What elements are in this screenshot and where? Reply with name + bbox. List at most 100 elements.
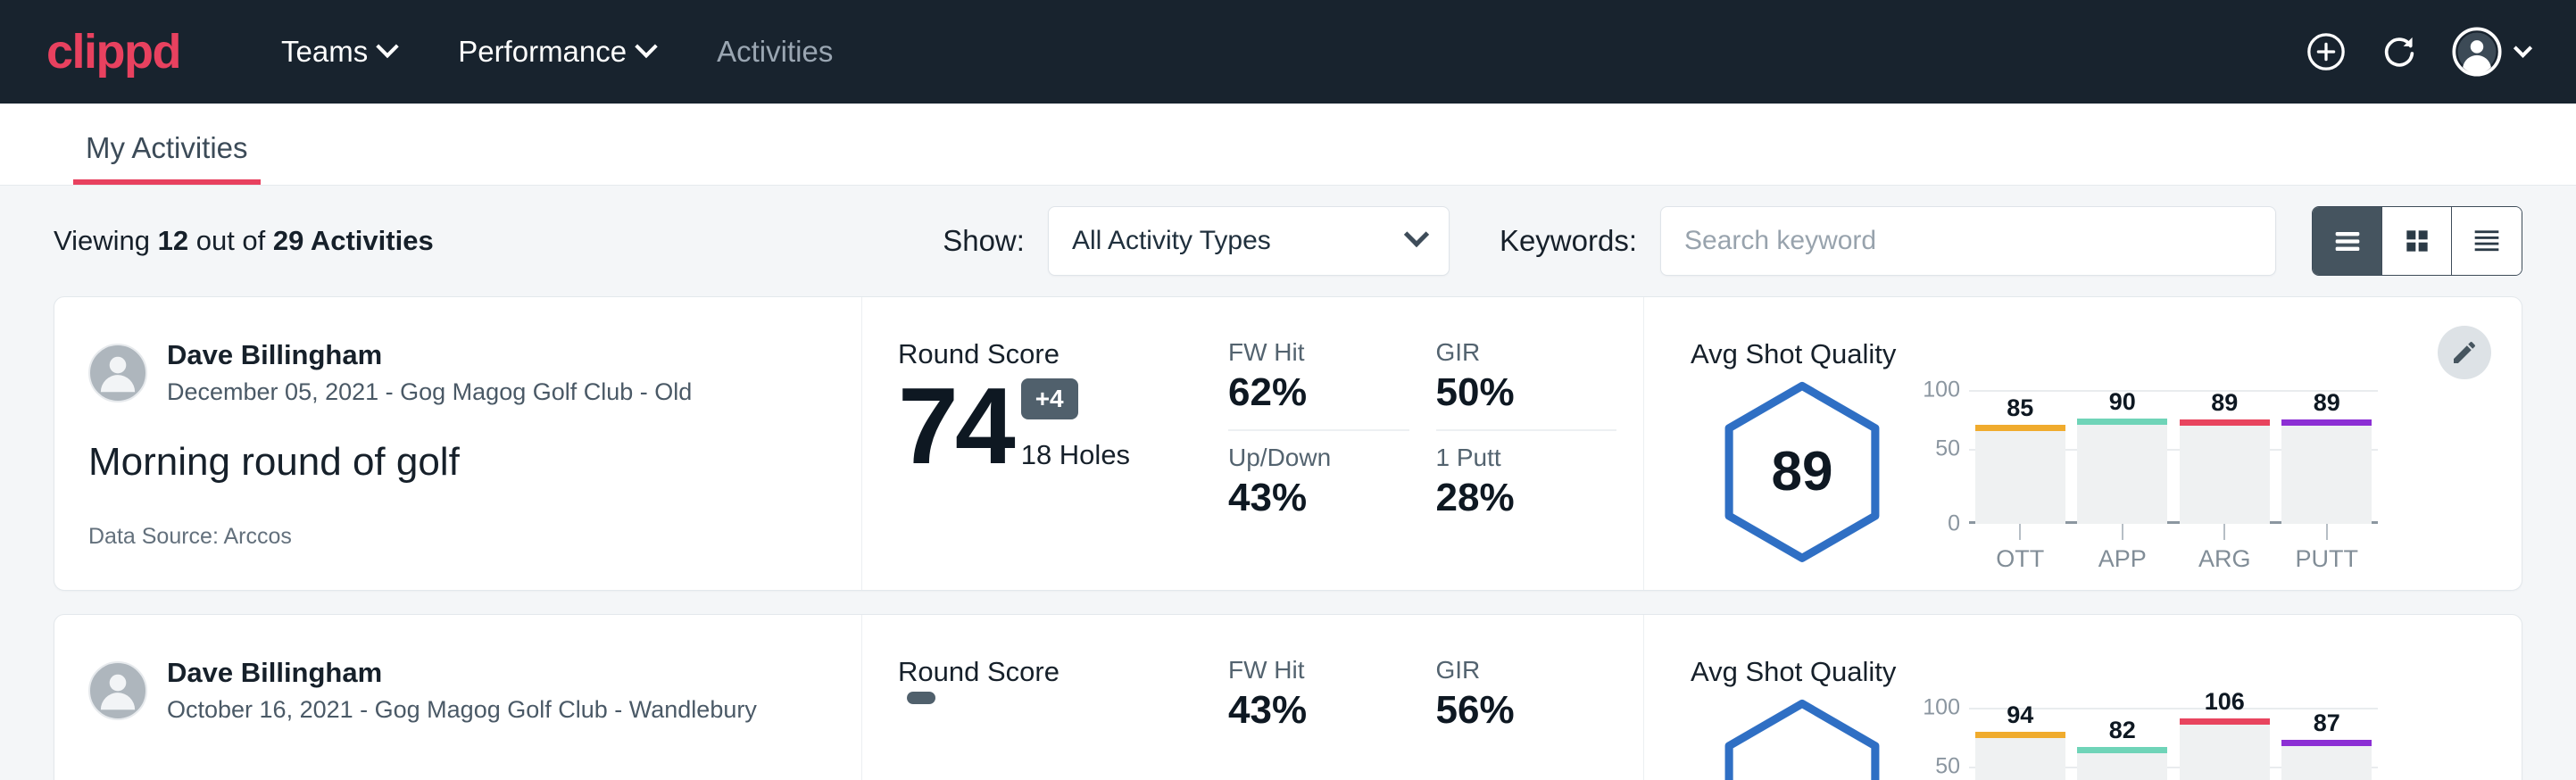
stat-gir: GIR 56%	[1436, 656, 1644, 733]
view-mode-toggle	[2312, 206, 2522, 276]
refresh-icon[interactable]	[2379, 31, 2420, 72]
stat-value: 56%	[1436, 688, 1617, 733]
x-label-ott: OTT	[1975, 545, 2065, 573]
stat-fw-hit: FW Hit 43%	[1228, 656, 1436, 733]
avatar	[88, 344, 147, 402]
quality-hexagon-wrapper	[1691, 693, 1914, 780]
activity-type-value: All Activity Types	[1072, 226, 1408, 256]
quality-hexagon-wrapper: 89	[1691, 376, 1914, 561]
bar-value-label: 94	[2007, 701, 2033, 729]
avg-shot-quality-column: Avg Shot Quality 100 50	[1643, 615, 2522, 780]
player-header: Dave Billingham October 16, 2021 - Gog M…	[88, 656, 861, 726]
stats-col-left: FW Hit 43%	[1228, 656, 1436, 780]
nav-item-teams[interactable]: Teams	[250, 22, 427, 81]
round-score-row	[898, 692, 1219, 731]
score-to-par-badge: +4	[1021, 378, 1078, 419]
bar-value-label: 85	[2007, 394, 2033, 422]
shot-quality-bar-chart: 100 50 0 85	[1914, 376, 2414, 573]
bar-value-label: 87	[2314, 709, 2340, 737]
divider	[1228, 429, 1409, 431]
stat-label: GIR	[1436, 338, 1617, 367]
round-score-side	[907, 692, 935, 731]
player-name: Dave Billingham	[167, 338, 692, 373]
player-text: Dave Billingham December 05, 2021 - Gog …	[167, 338, 692, 408]
tab-my-activities[interactable]: My Activities	[73, 131, 261, 185]
player-text: Dave Billingham October 16, 2021 - Gog M…	[167, 656, 757, 726]
bar	[2281, 740, 2372, 780]
bars-plot: 94 82 106	[1969, 708, 2378, 780]
keywords-label: Keywords:	[1500, 224, 1637, 258]
nav-item-performance[interactable]: Performance	[427, 22, 686, 81]
viewing-total: 29 Activities	[273, 225, 434, 256]
quality-hexagon: 89	[1721, 381, 1883, 561]
bar-value-label: 90	[2109, 388, 2136, 416]
round-score-label: Round Score	[898, 656, 1219, 688]
bar	[2180, 718, 2270, 780]
chart-plot-area: 100 50 0 85	[1914, 390, 2378, 524]
bar-arg[interactable]: 106	[2180, 708, 2270, 780]
bar-value-label: 106	[2205, 688, 2245, 716]
hexagon-icon	[1721, 699, 1883, 780]
grid-view-button[interactable]	[2382, 207, 2452, 275]
edit-activity-button[interactable]	[2438, 326, 2491, 379]
stats-col-left: FW Hit 62% Up/Down 43%	[1228, 338, 1436, 590]
holes-played: 18 Holes	[1021, 439, 1130, 471]
nav-item-activities[interactable]: Activities	[686, 22, 864, 81]
add-circle-icon[interactable]	[2306, 31, 2347, 72]
round-score-column: Round Score	[862, 615, 1219, 780]
main-nav: Teams Performance Activities	[250, 22, 864, 81]
list-view-button[interactable]	[2313, 207, 2382, 275]
search-field-wrapper[interactable]	[1660, 206, 2276, 276]
brand-logo[interactable]: clippd	[46, 28, 180, 76]
bar-arg[interactable]: 89	[2180, 390, 2270, 524]
account-menu[interactable]	[2452, 27, 2530, 77]
quality-hexagon	[1721, 699, 1883, 780]
bar	[1975, 425, 2065, 524]
activity-summary-column: Dave Billingham December 05, 2021 - Gog …	[54, 297, 862, 590]
stat-label: 1 Putt	[1436, 444, 1617, 472]
stats-col-right: GIR 50% 1 Putt 28%	[1436, 338, 1644, 590]
stats-col-right: GIR 56%	[1436, 656, 1644, 780]
stat-value: 43%	[1228, 476, 1409, 520]
tab-label: My Activities	[86, 131, 248, 164]
round-score-column: Round Score 74 +4 18 Holes	[862, 297, 1219, 590]
viewing-prefix: Viewing	[54, 225, 158, 256]
round-stats-column: FW Hit 43% GIR 56%	[1219, 615, 1643, 780]
bar-app[interactable]: 90	[2077, 390, 2167, 524]
bar-group: 94 82 106	[1969, 708, 2378, 780]
avg-shot-quality-body: 100 50 0 94	[1691, 693, 2522, 780]
top-navigation-bar: clippd Teams Performance Activities	[0, 0, 2576, 104]
divider	[1436, 429, 1617, 431]
stat-gir: GIR 50%	[1436, 338, 1644, 431]
search-input[interactable]	[1684, 226, 2252, 256]
player-header: Dave Billingham December 05, 2021 - Gog …	[88, 338, 861, 408]
bar-app[interactable]: 82	[2077, 708, 2167, 780]
x-tick	[2281, 524, 2372, 540]
activity-card[interactable]: Dave Billingham December 05, 2021 - Gog …	[54, 296, 2522, 591]
bar-putt[interactable]: 87	[2281, 708, 2372, 780]
bars-plot: 85 90 89	[1969, 390, 2378, 524]
nav-item-label: Teams	[281, 35, 368, 69]
compact-view-button[interactable]	[2452, 207, 2522, 275]
bar-putt[interactable]: 89	[2281, 390, 2372, 524]
bar-ott[interactable]: 94	[1975, 708, 2065, 780]
bar-value-label: 89	[2314, 389, 2340, 417]
x-axis-ticks	[1969, 524, 2378, 540]
data-source: Data Source: Arccos	[88, 524, 861, 550]
x-label-putt: PUTT	[2281, 545, 2372, 573]
x-label-app: APP	[2077, 545, 2167, 573]
y-tick-50: 50	[1935, 436, 1960, 462]
activity-summary-column: Dave Billingham October 16, 2021 - Gog M…	[54, 615, 862, 780]
viewing-mid: out of	[188, 225, 273, 256]
round-score-row: 74 +4 18 Holes	[898, 374, 1219, 478]
stat-label: GIR	[1436, 656, 1617, 685]
activity-type-select[interactable]: All Activity Types	[1048, 206, 1450, 276]
y-tick-50: 50	[1935, 754, 1960, 780]
bar-ott[interactable]: 85	[1975, 390, 2065, 524]
chevron-down-icon	[1404, 222, 1429, 247]
x-label-arg: ARG	[2180, 545, 2270, 573]
avg-shot-quality-label: Avg Shot Quality	[1691, 656, 2522, 688]
stat-label: FW Hit	[1228, 338, 1409, 367]
x-tick	[2077, 524, 2167, 540]
activity-card[interactable]: Dave Billingham October 16, 2021 - Gog M…	[54, 614, 2522, 780]
